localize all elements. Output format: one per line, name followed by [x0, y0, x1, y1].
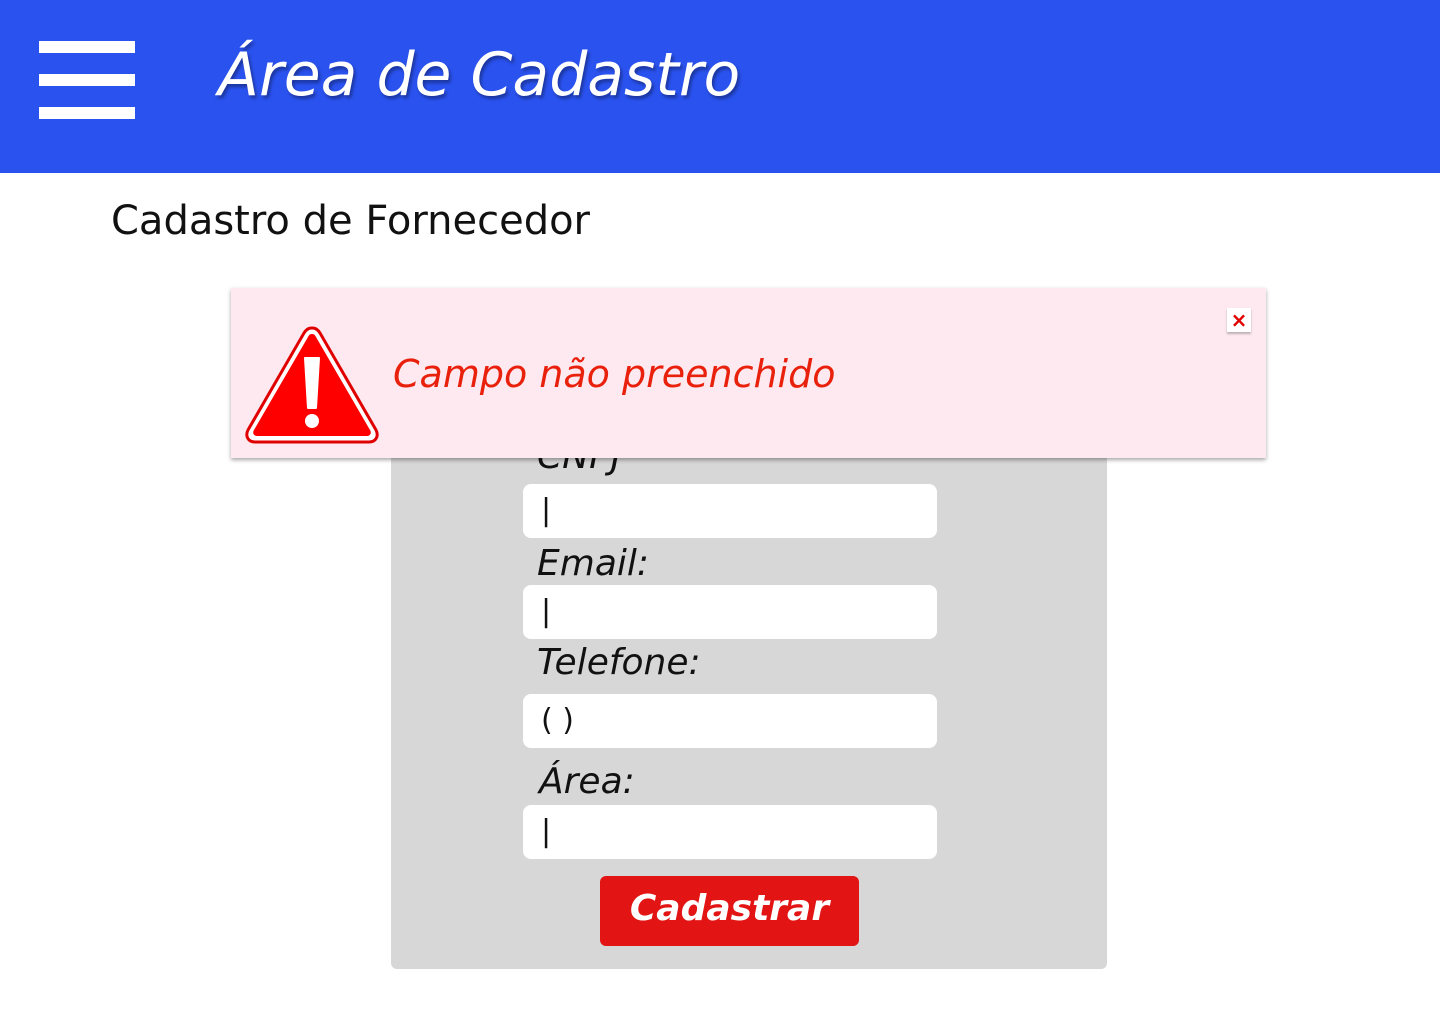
telefone-label: Telefone: — [537, 642, 701, 683]
menu-bar-bottom — [39, 107, 135, 119]
area-input[interactable]: | — [523, 805, 937, 859]
app-header: Área de Cadastro — [0, 0, 1440, 173]
menu-bar-top — [39, 41, 135, 53]
email-input[interactable]: | — [523, 585, 937, 639]
error-alert: Campo não preenchido × — [231, 288, 1266, 458]
menu-bar-middle — [39, 74, 135, 86]
cadastrar-button[interactable]: Cadastrar — [600, 876, 859, 946]
area-label: Área: — [539, 761, 635, 802]
close-icon[interactable]: × — [1227, 308, 1251, 332]
alert-message: Campo não preenchido — [393, 352, 836, 396]
email-label: Email: — [537, 543, 650, 584]
telefone-input[interactable]: ( ) — [523, 694, 937, 748]
warning-triangle-icon — [245, 326, 379, 444]
header-title: Área de Cadastro — [218, 40, 741, 110]
cnpj-input[interactable]: | — [523, 484, 937, 538]
page-title: Cadastro de Fornecedor — [111, 198, 591, 244]
hamburger-menu-icon[interactable] — [39, 41, 135, 119]
